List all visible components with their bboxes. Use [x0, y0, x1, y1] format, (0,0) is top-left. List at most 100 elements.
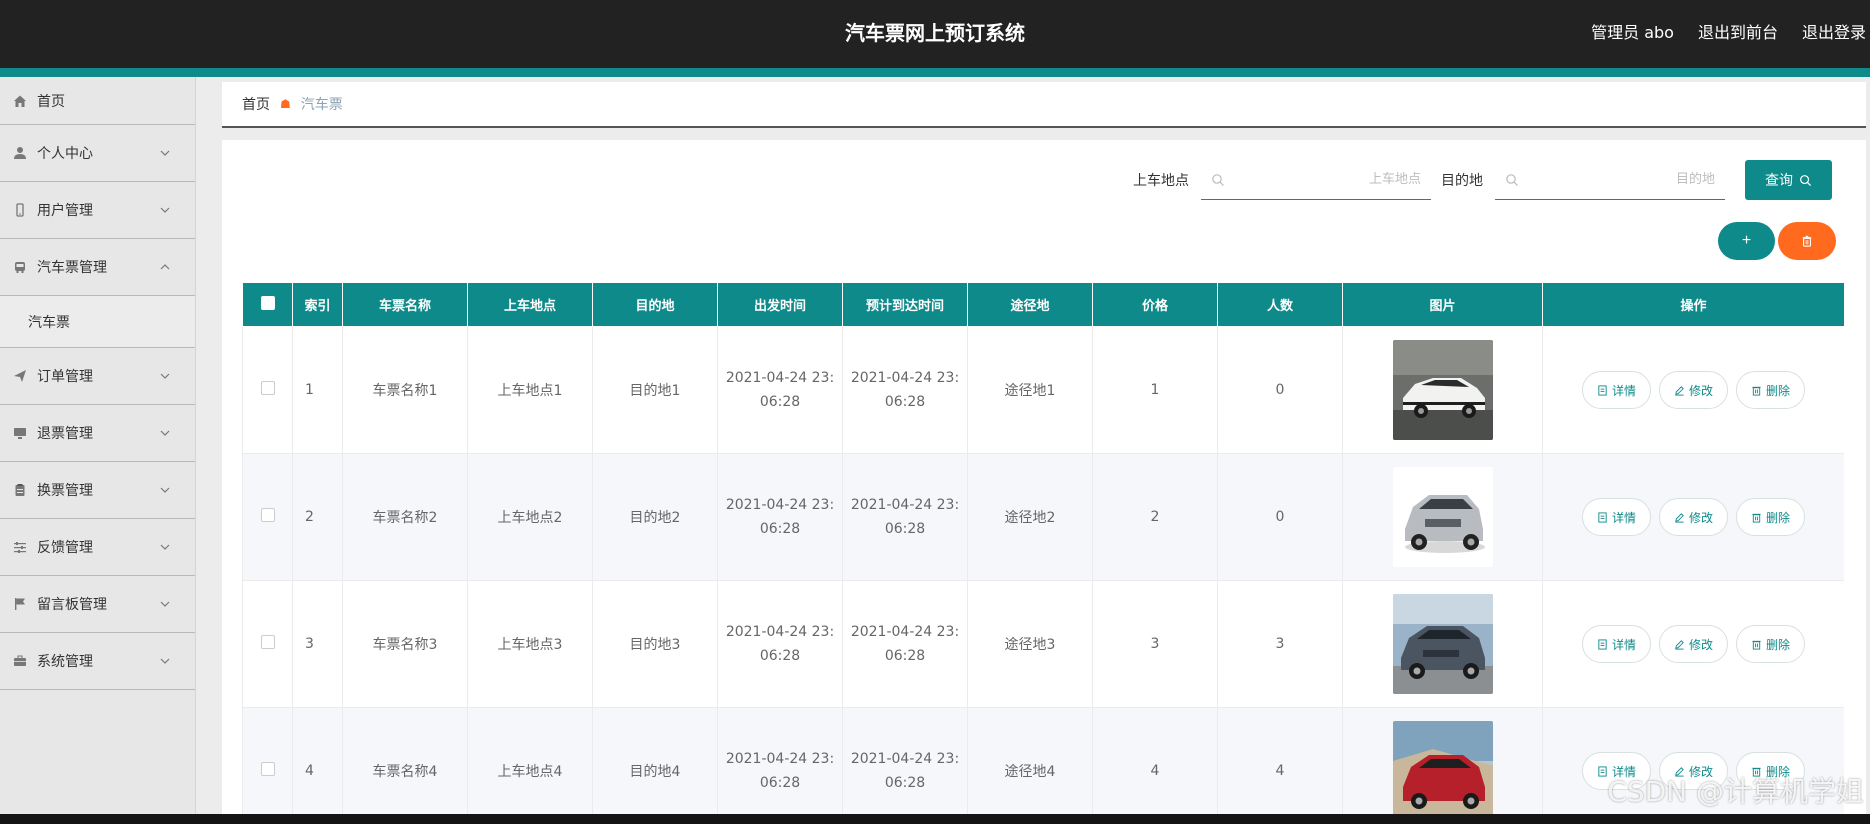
sidebar-item-orders[interactable]: 订单管理	[0, 348, 195, 405]
sidebar-item-label: 订单管理	[37, 369, 93, 385]
row-select-cell	[242, 326, 293, 454]
detail-label: 详情	[1611, 383, 1636, 398]
delete-button[interactable]: 删除	[1736, 498, 1806, 536]
destination: 目的地3	[592, 580, 718, 708]
breadcrumb: 首页 ☗ 汽车票	[222, 82, 1866, 128]
from-label: 上车地点	[1133, 173, 1189, 189]
to-input[interactable]	[1535, 172, 1715, 187]
edit-button[interactable]: 修改	[1658, 498, 1728, 536]
arrive-clock: 06:28	[884, 521, 926, 537]
via-location: 途径地1	[967, 326, 1093, 454]
sidebar-item-label: 换票管理	[37, 483, 93, 499]
detail-button[interactable]: 详情	[1581, 498, 1651, 536]
ticket-name: 车票名称4	[342, 707, 468, 814]
admin-label[interactable]: 管理员 abo	[1591, 19, 1674, 43]
search-bar: 上车地点 目的地 查询	[1133, 160, 1832, 200]
clipboard-icon	[13, 483, 27, 497]
via-location: 途径地2	[967, 453, 1093, 581]
ticket-name: 车票名称1	[342, 326, 468, 454]
delete-button[interactable]: 删除	[1736, 625, 1806, 663]
column-header: 目的地	[592, 282, 718, 327]
row-checkbox[interactable]	[260, 762, 275, 776]
pickup-location: 上车地点3	[467, 580, 593, 708]
sidebar-item-home[interactable]: 首页	[0, 77, 195, 125]
select-all-checkbox[interactable]	[260, 295, 275, 310]
edit-icon	[1675, 385, 1684, 396]
to-field	[1495, 160, 1725, 200]
ops-cell: 详情 修改 删除	[1542, 453, 1844, 581]
depart-clock: 06:28	[759, 648, 801, 664]
edit-button[interactable]: 修改	[1658, 625, 1728, 663]
breadcrumb-current: 汽车票	[300, 97, 343, 113]
column-header: 索引	[292, 282, 343, 327]
edit-label: 修改	[1688, 383, 1713, 398]
arrive-clock: 06:28	[884, 394, 926, 410]
ticket-name: 车票名称2	[342, 453, 468, 581]
bottom-bar	[0, 814, 1870, 824]
query-button[interactable]: 查询	[1745, 160, 1832, 200]
logout-link[interactable]: 退出登录	[1802, 19, 1866, 43]
chevron-down-icon	[160, 373, 170, 379]
chevron-down-icon	[160, 430, 170, 436]
table-header-row: 索引 车票名称 上车地点 目的地 出发时间 预计到达时间 途径地 价格 人数 图…	[242, 282, 1844, 327]
from-field	[1201, 160, 1431, 200]
arrive-time: 2021-04-24 23: 06:28	[842, 580, 968, 708]
sidebar-subitem-tickets[interactable]: 汽车票	[0, 296, 195, 348]
sidebar-item-exchanges[interactable]: 换票管理	[0, 462, 195, 519]
user-icon	[13, 146, 27, 160]
row-index: 4	[292, 707, 343, 814]
sidebar-item-label: 系统管理	[37, 654, 93, 670]
row-index: 1	[292, 326, 343, 454]
trash-icon	[1802, 235, 1812, 247]
column-header: 操作	[1542, 282, 1844, 327]
depart-time: 2021-04-24 23: 06:28	[717, 707, 843, 814]
from-input[interactable]	[1241, 172, 1421, 187]
exit-to-front-link[interactable]: 退出到前台	[1698, 19, 1778, 43]
column-header: 预计到达时间	[842, 282, 968, 327]
chevron-up-icon	[160, 264, 170, 270]
add-button[interactable]: +	[1718, 222, 1775, 260]
batch-delete-button[interactable]	[1778, 222, 1836, 260]
top-links: 管理员 abo 退出到前台 退出登录	[1591, 19, 1866, 43]
table-row: 3 车票名称3 上车地点3 目的地3 2021-04-24 23: 06:28 2…	[242, 580, 1844, 708]
row-checkbox[interactable]	[260, 508, 275, 522]
passenger-count: 3	[1217, 580, 1343, 708]
sidebar: 首页 个人中心 用户管理 汽车票管理 汽车票 订单管理 退票管理 换票管理 反馈…	[0, 77, 196, 814]
detail-button[interactable]: 详情	[1581, 625, 1651, 663]
sidebar-item-tickets[interactable]: 汽车票管理	[0, 239, 195, 296]
depart-date: 2021-04-24 23:	[725, 370, 835, 386]
depart-time: 2021-04-24 23: 06:28	[717, 326, 843, 454]
send-icon	[13, 369, 27, 383]
sidebar-item-label: 退票管理	[37, 426, 93, 442]
detail-button[interactable]: 详情	[1581, 371, 1651, 409]
arrive-date: 2021-04-24 23:	[850, 370, 960, 386]
arrive-time: 2021-04-24 23: 06:28	[842, 326, 968, 454]
edit-button[interactable]: 修改	[1658, 371, 1728, 409]
via-location: 途径地4	[967, 707, 1093, 814]
row-actions: 详情 修改 删除	[1543, 498, 1844, 536]
sidebar-item-users[interactable]: 用户管理	[0, 182, 195, 239]
destination: 目的地1	[592, 326, 718, 454]
briefcase-icon	[13, 654, 27, 668]
row-checkbox[interactable]	[260, 381, 275, 395]
sidebar-item-refunds[interactable]: 退票管理	[0, 405, 195, 462]
breadcrumb-home[interactable]: 首页	[242, 94, 270, 114]
sidebar-item-feedback[interactable]: 反馈管理	[0, 519, 195, 576]
ops-cell: 详情 修改 删除	[1542, 580, 1844, 708]
depart-date: 2021-04-24 23:	[725, 497, 835, 513]
document-icon	[1598, 638, 1607, 650]
sidebar-item-system[interactable]: 系统管理	[0, 633, 195, 690]
search-icon	[1800, 174, 1812, 186]
sidebar-item-personal[interactable]: 个人中心	[0, 125, 195, 182]
row-actions: 详情 修改 删除	[1543, 625, 1844, 663]
edit-icon	[1675, 639, 1684, 650]
row-checkbox[interactable]	[260, 635, 275, 649]
depart-clock: 06:28	[759, 394, 801, 410]
car-image	[1392, 594, 1493, 694]
row-index: 2	[292, 453, 343, 581]
delete-button[interactable]: 删除	[1736, 371, 1806, 409]
edit-icon	[1675, 512, 1684, 523]
sidebar-item-messages[interactable]: 留言板管理	[0, 576, 195, 633]
sidebar-item-label: 反馈管理	[37, 540, 93, 556]
main-content: 首页 ☗ 汽车票 上车地点 目的地 查询 +	[222, 82, 1866, 814]
